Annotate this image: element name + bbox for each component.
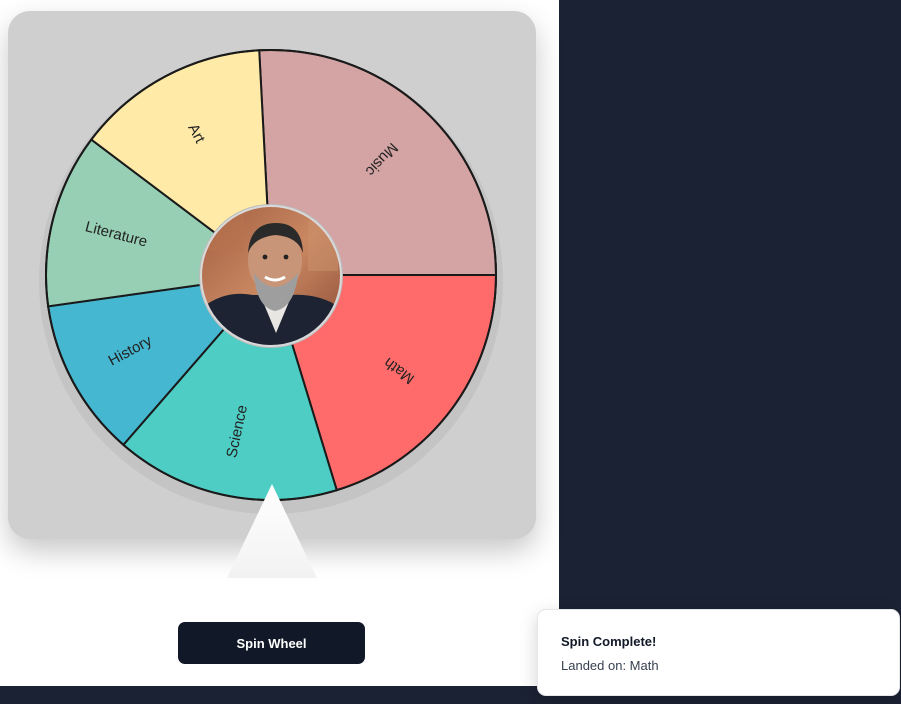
dark-side-panel bbox=[559, 0, 901, 686]
spin-wheel-button[interactable]: Spin Wheel bbox=[178, 622, 365, 664]
wheel-pointer bbox=[227, 484, 317, 578]
toast-notification: Spin Complete! Landed on: Math bbox=[537, 609, 900, 696]
toast-title: Spin Complete! bbox=[561, 634, 657, 649]
wheel-card: Music Math Science History Literature Art bbox=[8, 11, 536, 539]
toast-message: Landed on: Math bbox=[561, 658, 659, 673]
prize-wheel[interactable]: MusicMathScienceHistoryLiteratureArt bbox=[8, 11, 536, 539]
